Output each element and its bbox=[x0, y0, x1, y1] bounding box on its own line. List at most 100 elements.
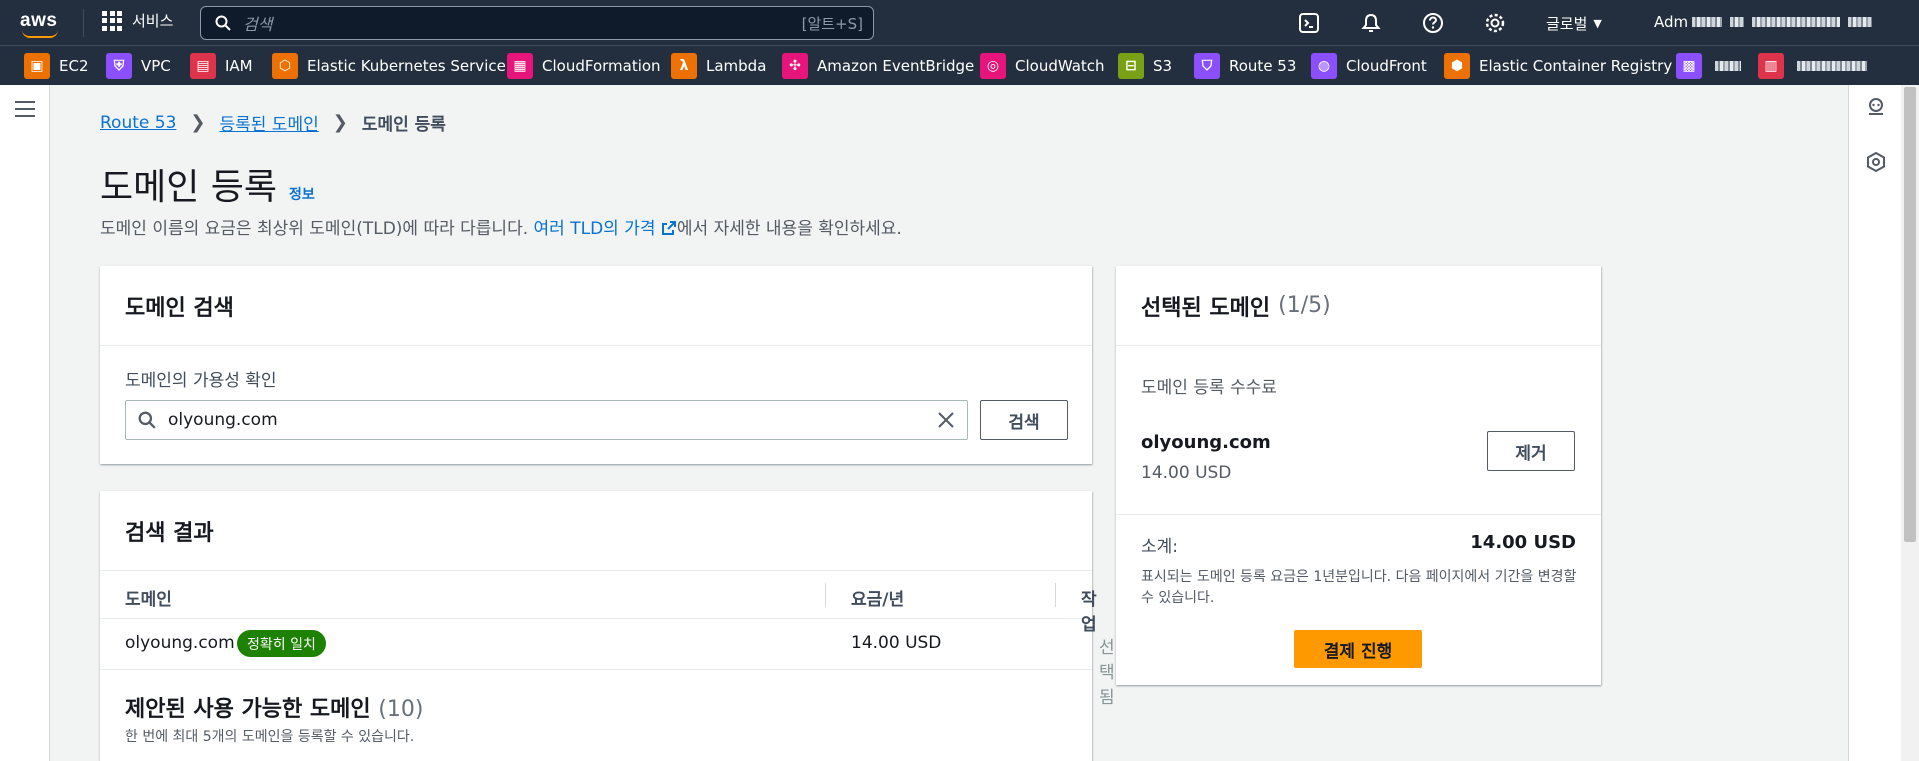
favorite-eks[interactable]: ⬡ Elastic Kubernetes Service bbox=[272, 53, 506, 79]
search-placeholder: 검색 bbox=[243, 15, 273, 34]
aws-logo-text: aws bbox=[20, 10, 58, 31]
favorite-vpc[interactable]: ⛨ VPC bbox=[106, 53, 171, 79]
menu-hamburger-icon[interactable] bbox=[15, 101, 35, 117]
eventbridge-icon: ✣ bbox=[782, 53, 808, 79]
route53-icon: ⛉ bbox=[1194, 53, 1220, 79]
column-header-price[interactable]: 요금/년 bbox=[851, 585, 904, 610]
table-row: olyoung.com 정확히 일치 14.00 USD 선택됨 bbox=[100, 619, 1115, 708]
column-divider bbox=[825, 583, 826, 607]
favorite-ecr[interactable]: ⬢ Elastic Container Registry bbox=[1444, 53, 1672, 79]
chevron-right-icon: ❯ bbox=[332, 112, 348, 133]
cloudshell-icon[interactable] bbox=[1298, 12, 1320, 34]
external-link-icon bbox=[661, 221, 676, 235]
remove-button[interactable]: 제거 bbox=[1487, 431, 1575, 471]
favorite-s3[interactable]: ⊟ S3 bbox=[1118, 53, 1172, 79]
cloudfront-icon: ◍ bbox=[1311, 53, 1337, 79]
suggested-count: (10) bbox=[378, 697, 424, 722]
tld-pricing-link[interactable]: 여러 TLD의 가격 bbox=[534, 219, 677, 239]
left-navigation-rail bbox=[0, 85, 50, 761]
availability-field-label: 도메인의 가용성 확인 bbox=[125, 371, 277, 391]
redacted-text bbox=[1848, 17, 1873, 27]
favorite-redacted-2[interactable]: ▥ bbox=[1758, 53, 1867, 79]
favorite-label: Elastic Container Registry bbox=[1479, 57, 1673, 75]
services-menu-button[interactable]: 서비스 bbox=[102, 10, 173, 31]
assistant-icon[interactable] bbox=[1864, 95, 1888, 119]
s3-icon: ⊟ bbox=[1118, 53, 1144, 79]
column-divider bbox=[1055, 583, 1056, 607]
ec2-icon: ▣ bbox=[24, 53, 50, 79]
account-name: Adm bbox=[1654, 13, 1689, 31]
favorite-ec2[interactable]: ▣ EC2 bbox=[24, 53, 89, 79]
favorite-route53[interactable]: ⛉ Route 53 bbox=[1194, 53, 1296, 79]
domain-search-panel: 도메인 검색 도메인의 가용성 확인 olyoung.com 검색 bbox=[100, 266, 1092, 464]
cloudformation-icon: ▦ bbox=[507, 53, 533, 79]
divider bbox=[83, 9, 84, 37]
page-header: 도메인 등록 정보 bbox=[100, 158, 315, 210]
settings-gear-icon[interactable] bbox=[1484, 12, 1506, 34]
services-label: 서비스 bbox=[132, 12, 174, 30]
redacted-text bbox=[1730, 17, 1745, 27]
favorite-label: VPC bbox=[141, 57, 171, 75]
favorite-label: Lambda bbox=[706, 57, 767, 75]
panel-title: 검색 결과 bbox=[125, 520, 214, 546]
panel-title: 선택된 도메인 bbox=[1141, 295, 1271, 321]
page-scrollbar[interactable] bbox=[1901, 85, 1919, 761]
result-price: 14.00 USD bbox=[851, 633, 942, 653]
search-shortcut-hint: [알트+S] bbox=[801, 14, 863, 33]
description-text: 도메인 이름의 요금은 최상위 도메인(TLD)에 따라 다릅니다. bbox=[100, 219, 534, 239]
favorite-redacted-1[interactable]: ▩ bbox=[1676, 53, 1741, 79]
region-selector[interactable]: 글로벌 ▼ bbox=[1546, 13, 1602, 34]
favorite-lambda[interactable]: λ Lambda bbox=[671, 53, 766, 79]
favorite-iam[interactable]: ▤ IAM bbox=[190, 53, 253, 79]
search-results-panel: 검색 결과 도메인 요금/년 작업 olyoung.com 정확히 일치 14.… bbox=[100, 491, 1115, 761]
suggested-domains-heading: 제안된 사용 가능한 도메인 (10) bbox=[125, 691, 423, 723]
favorites-bar: ▣ EC2 ⛨ VPC ▤ IAM ⬡ Elastic Kubernetes Servi… bbox=[0, 45, 1919, 85]
result-domain: olyoung.com bbox=[125, 633, 235, 653]
global-search-input[interactable]: 검색 [알트+S] bbox=[200, 6, 874, 40]
favorite-eventbridge[interactable]: ✣ Amazon EventBridge bbox=[782, 53, 974, 79]
aws-logo[interactable]: aws bbox=[20, 10, 64, 38]
description-text-tail: 에서 자세한 내용을 확인하세요. bbox=[676, 219, 902, 239]
favorite-label: CloudWatch bbox=[1015, 57, 1105, 75]
search-button[interactable]: 검색 bbox=[980, 400, 1068, 440]
breadcrumb-route53[interactable]: Route 53 bbox=[100, 113, 176, 133]
checkout-button[interactable]: 결제 진행 bbox=[1294, 630, 1422, 668]
help-icon[interactable] bbox=[1422, 12, 1444, 34]
fee-note: 표시되는 도메인 등록 요금은 1년분입니다. 다음 페이지에서 기간을 변경할… bbox=[1141, 569, 1577, 606]
panel-header: 선택된 도메인 (1/5) bbox=[1116, 266, 1601, 346]
region-label: 글로벌 bbox=[1546, 15, 1588, 33]
exact-match-badge: 정확히 일치 bbox=[237, 630, 326, 657]
domain-search-input[interactable]: olyoung.com bbox=[125, 400, 968, 440]
search-icon bbox=[138, 411, 156, 429]
panel-header: 도메인 검색 bbox=[100, 266, 1092, 346]
column-header-domain[interactable]: 도메인 bbox=[125, 585, 172, 610]
favorite-cloudwatch[interactable]: ◎ CloudWatch bbox=[980, 53, 1105, 79]
top-navigation: aws 서비스 검색 [알트+S] 글로벌 ▼ Adm bbox=[0, 0, 1919, 45]
breadcrumb: Route 53 ❯ 등록된 도메인 ❯ 도메인 등록 bbox=[100, 110, 446, 135]
divider bbox=[1116, 514, 1601, 515]
favorite-cloudfront[interactable]: ◍ CloudFront bbox=[1311, 53, 1427, 79]
right-tools-rail bbox=[1848, 85, 1901, 761]
breadcrumb-current: 도메인 등록 bbox=[361, 115, 446, 135]
redacted-text bbox=[1692, 17, 1723, 27]
info-link[interactable]: 정보 bbox=[289, 184, 315, 204]
notifications-bell-icon[interactable] bbox=[1360, 12, 1382, 34]
favorite-label: Amazon EventBridge bbox=[817, 57, 975, 75]
panel-title: 도메인 검색 bbox=[125, 295, 234, 321]
tools-hexagon-icon[interactable] bbox=[1865, 151, 1887, 173]
favorite-label: CloudFormation bbox=[542, 57, 661, 75]
cloudwatch-icon: ◎ bbox=[980, 53, 1006, 79]
account-menu[interactable]: Adm bbox=[1654, 13, 1873, 31]
page-description: 도메인 이름의 요금은 최상위 도메인(TLD)에 따라 다릅니다. 여러 TL… bbox=[100, 214, 902, 239]
breadcrumb-registered-domains[interactable]: 등록된 도메인 bbox=[219, 110, 318, 135]
selected-domain-name: olyoung.com bbox=[1141, 432, 1271, 453]
favorite-cloudformation[interactable]: ▦ CloudFormation bbox=[507, 53, 661, 79]
clear-input-icon[interactable] bbox=[937, 411, 955, 429]
scrollbar-thumb[interactable] bbox=[1904, 87, 1916, 542]
panel-header: 검색 결과 bbox=[100, 491, 1092, 570]
suggested-note: 한 번에 최대 5개의 도메인을 등록할 수 있습니다. bbox=[125, 729, 415, 745]
caret-down-icon: ▼ bbox=[1593, 17, 1602, 30]
grid-icon bbox=[102, 10, 122, 31]
redacted-text bbox=[1752, 17, 1841, 27]
tld-pricing-link-text: 여러 TLD의 가격 bbox=[533, 219, 656, 239]
